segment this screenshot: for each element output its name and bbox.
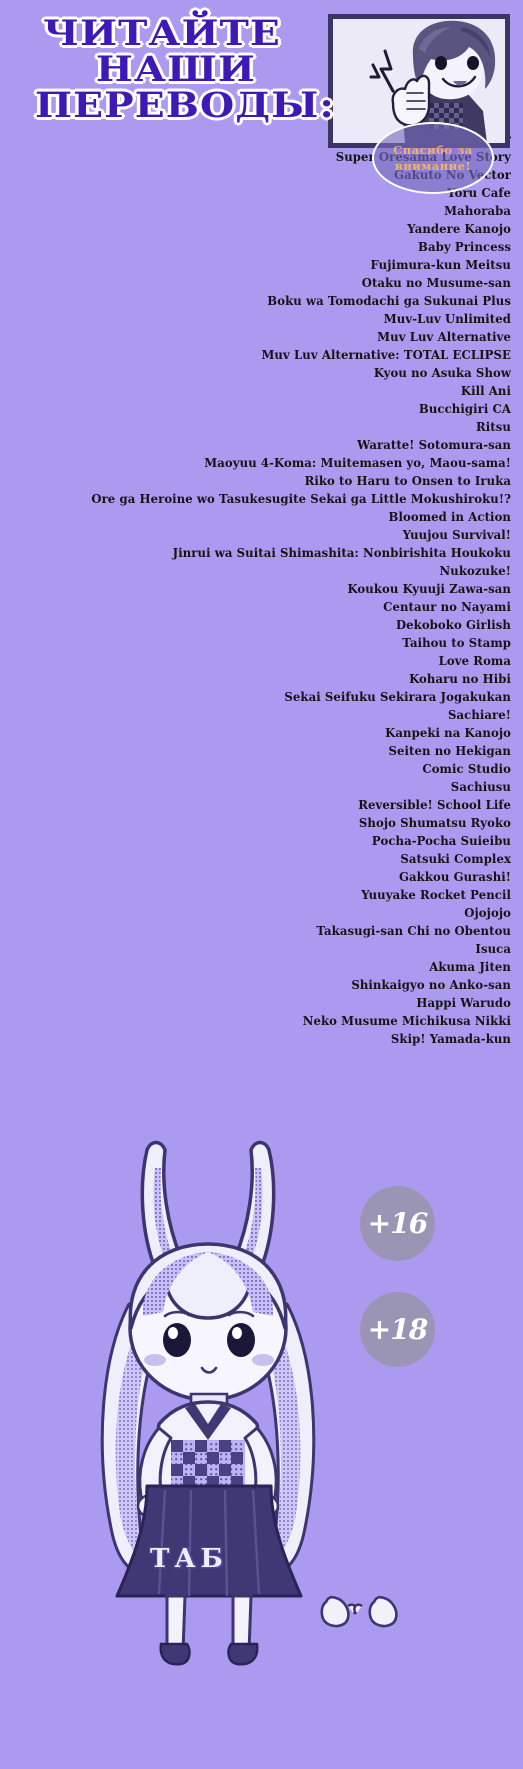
title-list-item: Bloomed in Action [388, 509, 511, 524]
title-list-item: Shojo Shumatsu Ryoko [358, 815, 511, 830]
banner-line-2: НАШИ [94, 49, 258, 90]
title-list-item: Reversible! School Life [358, 797, 511, 812]
hand-doodles [318, 1588, 406, 1638]
title-list-item: Akuma Jiten [429, 959, 511, 974]
title-list-item: Neko Musume Michikusa Nikki [302, 1013, 511, 1028]
title-list-item: Waratte! Sotomura-san [357, 437, 511, 452]
title-list-item: Otaku no Musume-san [361, 275, 511, 290]
title-list-item: Satsuki Complex [400, 851, 511, 866]
title-list-item: Sachiare! [448, 707, 511, 722]
title-list-item: Skip! Yamada-kun [390, 1031, 511, 1046]
title-list-item: Isuca [475, 941, 511, 956]
translated-titles-list: ArdourSuper Oresama Love StoryGakuto No … [0, 130, 523, 1048]
title-list-item: Dekoboko Girlish [395, 617, 511, 632]
title-list-item: Ore ga Heroine wo Tasukesugite Sekai ga … [91, 491, 512, 506]
group-name-tab: ТАБ [150, 1544, 228, 1574]
thanks-line-2: внимание! [394, 159, 472, 173]
title-list-item: Muv Luv Alternative: TOTAL ECLIPSE [261, 347, 511, 362]
title-list-item: Ojojojo [464, 905, 511, 920]
age-badge-16: +16 [360, 1186, 435, 1261]
title-list-item: Maoyuu 4-Koma: Muitemasen yo, Maou-sama! [204, 455, 511, 470]
title-list-item: Mahoraba [444, 203, 511, 218]
title-list-item: Yandere Kanojo [407, 221, 511, 236]
title-list-item: Gakkou Gurashi! [398, 869, 511, 884]
title-list-item: Shinkaigyo no Anko-san [351, 977, 511, 992]
title-list-item: Sachiusu [450, 779, 511, 794]
age-badge-18: +18 [360, 1292, 435, 1367]
title-list-item: Seiten no Hekigan [388, 743, 511, 758]
title-list-item: Yuuyake Rocket Pencil [361, 887, 511, 902]
thanks-line-1: Спасибо за [393, 143, 473, 157]
title-list-item: Jinrui wa Suitai Shimashita: Nonbirishit… [172, 545, 511, 560]
title-list-item: Muv-Luv Unlimited [383, 311, 511, 326]
age-badge-18-label: +18 [367, 1313, 428, 1346]
title-list-item: Koukou Kyuuji Zawa-san [347, 581, 511, 596]
title-list-item: Riko to Haru to Onsen to Iruka [304, 473, 511, 488]
title-list-item: Nukozuke! [439, 563, 511, 578]
title-list-item: Sekai Seifuku Sekirara Jogakukan [284, 689, 511, 704]
title-list-item: Bucchigiri CA [418, 401, 511, 416]
title-list-item: Ritsu [476, 419, 511, 434]
title-list-item: Baby Princess [418, 239, 511, 254]
title-list-item: Muv Luv Alternative [377, 329, 511, 344]
title-list-item: Kill Ani [460, 383, 511, 398]
title-list-item: Takasugi-san Chi no Obentou [316, 923, 511, 938]
banner-line-3: ПЕРЕВОДЫ: [33, 85, 336, 126]
title-list-item: Boku wa Tomodachi ga Sukunai Plus [267, 293, 511, 308]
title-list-item: Pocha-Pocha Suieibu [371, 833, 511, 848]
banner-line-1: ЧИТАЙТЕ [41, 13, 282, 54]
title-list-item: Kyou no Asuka Show [373, 365, 511, 380]
credits-page: ЧИТАЙТЕ НАШИ ПЕРЕВОДЫ: Спасибо за вниман… [0, 0, 523, 1769]
title-list-item: Yuujou Survival! [402, 527, 511, 542]
title-list-item: Happi Warudo [416, 995, 511, 1010]
title-list-item: Centaur no Nayami [383, 599, 511, 614]
title-list-item: Fujimura-kun Meitsu [370, 257, 511, 272]
title-list-item: Kanpeki na Kanojo [385, 725, 511, 740]
title-list-item: Koharu no Hibi [409, 671, 511, 686]
banner-heading: ЧИТАЙТЕ НАШИ ПЕРЕВОДЫ: [0, 14, 336, 126]
title-list-item: Taihou to Stamp [402, 635, 511, 650]
age-badge-16-label: +16 [367, 1207, 428, 1240]
thanks-badge: Спасибо за внимание! [372, 122, 494, 194]
title-list-item: Love Roma [438, 653, 511, 668]
title-list-item: Comic Studio [422, 761, 511, 776]
